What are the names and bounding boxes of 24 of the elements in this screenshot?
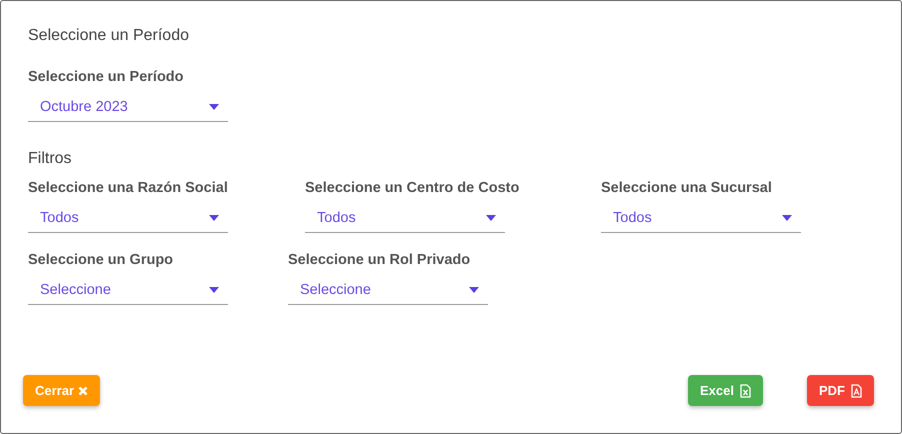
caret-icon bbox=[486, 215, 496, 221]
dropdown-field[interactable]: Todos bbox=[601, 204, 801, 233]
dropdown-field[interactable]: Seleccione bbox=[288, 276, 488, 305]
dropdown-field[interactable]: Seleccione bbox=[28, 276, 228, 305]
field-label: Seleccione una Sucursal bbox=[601, 180, 773, 196]
pdf-file-icon bbox=[851, 384, 862, 398]
field-label: Seleccione un Centro de Costo bbox=[305, 180, 520, 196]
spreadsheet-file-icon bbox=[740, 384, 751, 398]
field-label: Seleccione un Grupo bbox=[28, 252, 174, 268]
caret-icon bbox=[469, 287, 479, 293]
dialog-title: Seleccione un Período bbox=[28, 27, 190, 45]
caret-icon bbox=[782, 215, 792, 221]
caret-icon bbox=[209, 215, 219, 221]
section-title: Filtros bbox=[28, 150, 73, 168]
close-icon bbox=[78, 386, 88, 396]
dropdown-field[interactable]: Todos bbox=[28, 204, 228, 233]
dropdown-field[interactable]: Todos bbox=[305, 204, 505, 233]
caret-icon bbox=[209, 104, 219, 110]
field-label: Seleccione un Período bbox=[28, 69, 185, 85]
field-label: Seleccione una Razón Social bbox=[28, 180, 229, 196]
caret-icon bbox=[209, 287, 219, 293]
field-label: Seleccione un Rol Privado bbox=[288, 252, 472, 268]
pdf-button[interactable]: PDF bbox=[807, 375, 874, 406]
dropdown-field[interactable]: Octubre 2023 bbox=[28, 93, 228, 122]
